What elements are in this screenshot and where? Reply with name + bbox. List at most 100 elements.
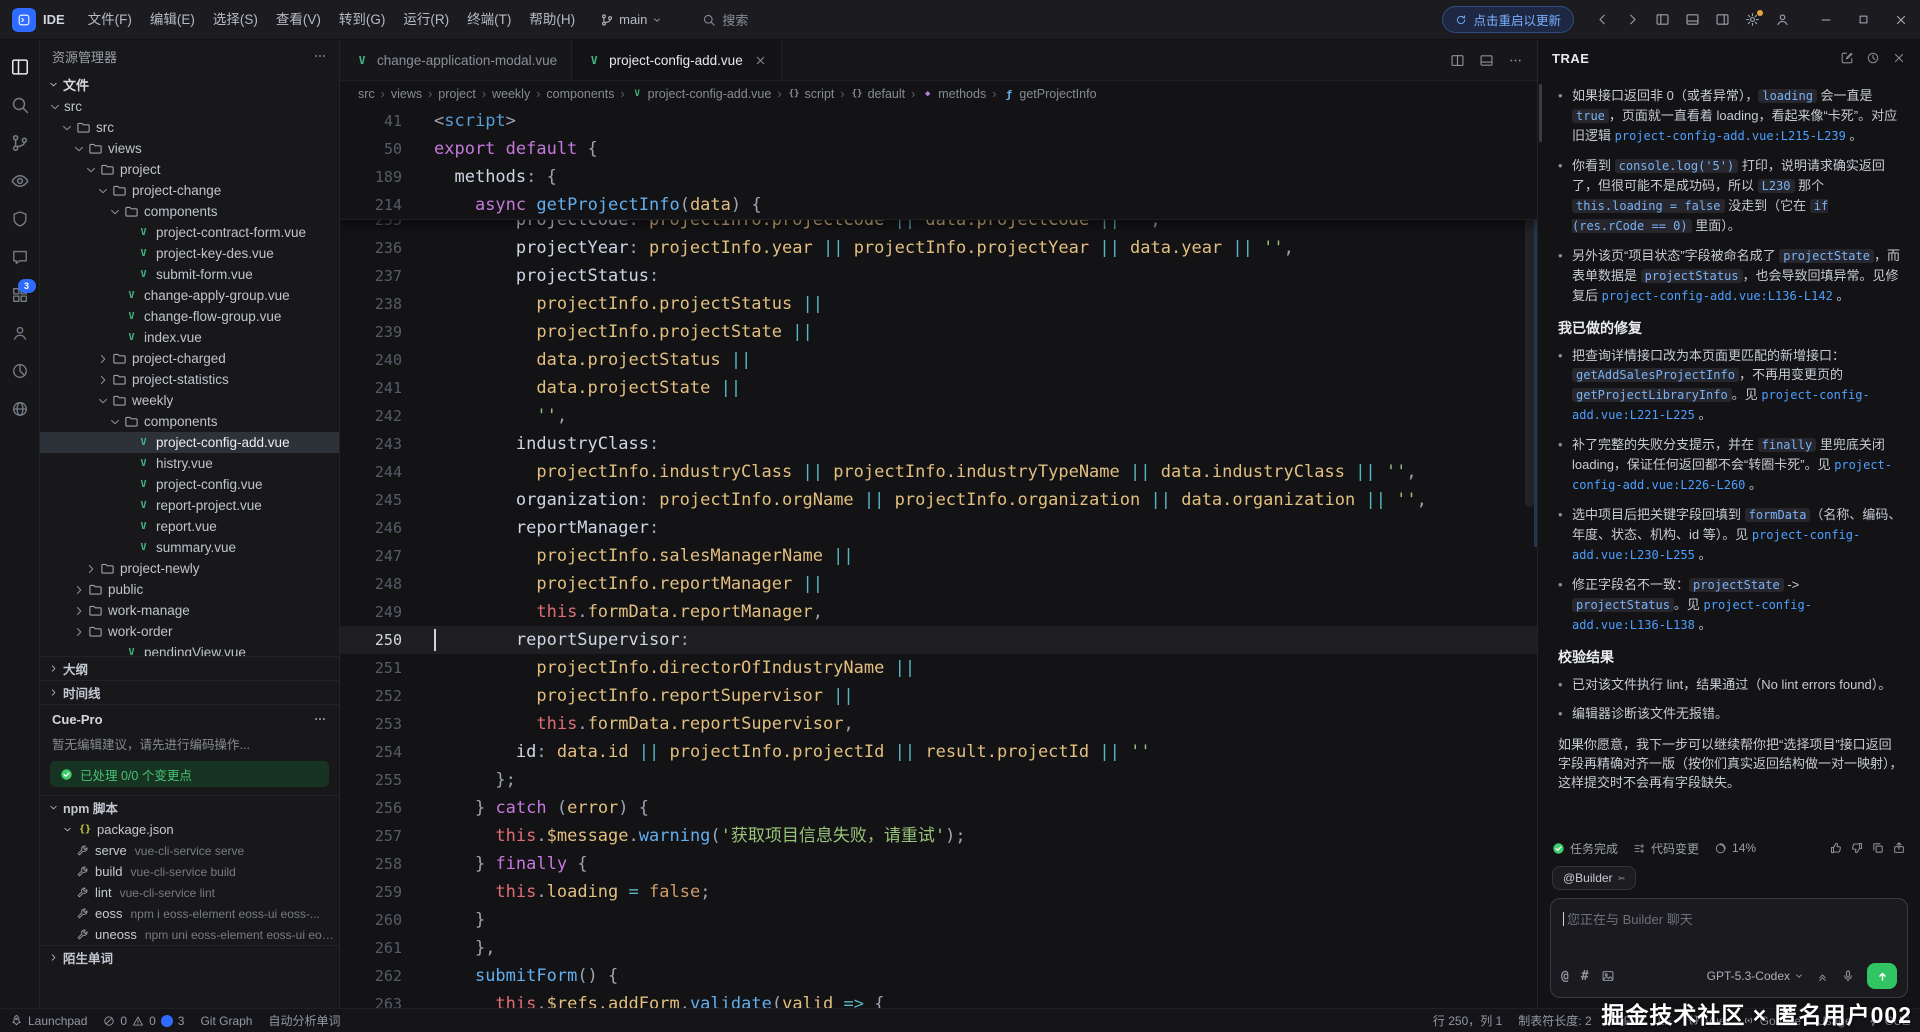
more-actions-icon[interactable]	[313, 49, 327, 63]
line-number[interactable]: 255	[340, 766, 424, 794]
code-editor[interactable]: 41<script>50export default {189 methods:…	[340, 107, 1537, 1008]
tree-item-project-config-add.vue[interactable]: Vproject-config-add.vue	[40, 432, 339, 453]
npm-script-serve[interactable]: servevue-cli-service serve	[40, 840, 339, 861]
line-number[interactable]: 251	[340, 654, 424, 682]
npm-script-eoss[interactable]: eossnpm i eoss-element eoss-ui eoss-...	[40, 903, 339, 924]
code-line-262[interactable]: 262 submitForm() {	[340, 962, 1537, 990]
code-line-243[interactable]: 243 industryClass:	[340, 430, 1537, 458]
expand-icon[interactable]	[1816, 970, 1829, 983]
line-number[interactable]: 246	[340, 514, 424, 542]
line-number[interactable]: 41	[340, 107, 424, 135]
tree-item-report.vue[interactable]: Vreport.vue	[40, 516, 339, 537]
back-icon[interactable]	[1595, 12, 1610, 27]
code-line-257[interactable]: 257 this.$message.warning('获取项目信息失败，请重试'…	[340, 822, 1537, 850]
hash-icon[interactable]: #	[1581, 969, 1589, 984]
breadcrumb-item[interactable]: Vproject-config-add.vue	[631, 87, 772, 101]
npm-script-uneoss[interactable]: uneossnpm uni eoss-element eoss-ui eoss-…	[40, 924, 339, 945]
line-number[interactable]: 50	[340, 135, 424, 163]
line-number[interactable]: 262	[340, 962, 424, 990]
line-number[interactable]: 253	[340, 710, 424, 738]
toggle-panel-icon[interactable]	[1685, 12, 1700, 27]
line-number[interactable]: 245	[340, 486, 424, 514]
code-line-261[interactable]: 261 },	[340, 934, 1537, 962]
line-number[interactable]: 263	[340, 990, 424, 1008]
tree-item-project-change[interactable]: project-change	[40, 180, 339, 201]
tree-item-project-key-des.vue[interactable]: Vproject-key-des.vue	[40, 243, 339, 264]
chat-scrollbar[interactable]	[1539, 84, 1542, 142]
export-icon[interactable]	[1892, 841, 1906, 855]
breadcrumb-item[interactable]: views	[391, 87, 422, 101]
line-number[interactable]: 240	[340, 346, 424, 374]
npm-script-lint[interactable]: lintvue-cli-service lint	[40, 882, 339, 903]
tree-item-components[interactable]: components	[40, 201, 339, 222]
tree-item-report-project.vue[interactable]: Vreport-project.vue	[40, 495, 339, 516]
tree-item-weekly[interactable]: weekly	[40, 390, 339, 411]
code-line-240[interactable]: 240 data.projectStatus ||	[340, 346, 1537, 374]
thumbs-up-icon[interactable]	[1829, 841, 1843, 855]
code-line-238[interactable]: 238 projectInfo.projectStatus ||	[340, 290, 1537, 318]
activity-source-control[interactable]	[0, 124, 40, 162]
menu-item-5[interactable]: 运行(R)	[394, 7, 458, 33]
code-line-248[interactable]: 248 projectInfo.reportManager ||	[340, 570, 1537, 598]
line-number[interactable]: 236	[340, 234, 424, 262]
account-icon[interactable]	[1775, 12, 1790, 27]
code-line-249[interactable]: 249 this.formData.reportManager,	[340, 598, 1537, 626]
breadcrumb-item[interactable]: src	[358, 87, 375, 101]
tree-item-project-charged[interactable]: project-charged	[40, 348, 339, 369]
line-number[interactable]: 260	[340, 906, 424, 934]
history-icon[interactable]	[1866, 51, 1880, 65]
send-button[interactable]	[1867, 963, 1897, 989]
breadcrumb-item[interactable]: weekly	[492, 87, 530, 101]
line-number[interactable]: 189	[340, 163, 424, 191]
code-line-258[interactable]: 258 } finally {	[340, 850, 1537, 878]
tree-item-work-manage[interactable]: work-manage	[40, 600, 339, 621]
code-line-41[interactable]: 41<script>	[340, 107, 1537, 135]
code-line-254[interactable]: 254 id: data.id || projectInfo.projectId…	[340, 738, 1537, 766]
git-graph-button[interactable]: Git Graph	[200, 1014, 252, 1028]
tree-item-submit-form.vue[interactable]: Vsubmit-form.vue	[40, 264, 339, 285]
code-line-255[interactable]: 255 };	[340, 766, 1537, 794]
code-changes-button[interactable]: 代码变更	[1633, 840, 1699, 857]
breadcrumb-item[interactable]: ƒgetProjectInfo	[1002, 87, 1096, 101]
tree-item-public[interactable]: public	[40, 579, 339, 600]
menu-item-4[interactable]: 转到(G)	[330, 7, 395, 33]
line-number[interactable]: 259	[340, 878, 424, 906]
outline-section-header[interactable]: 大纲	[40, 656, 339, 680]
line-number[interactable]: 250	[340, 626, 424, 654]
tree-item-project[interactable]: project	[40, 159, 339, 180]
breadcrumb-item[interactable]: {}script	[788, 87, 835, 101]
code-line-189[interactable]: 189 methods: {	[340, 163, 1537, 191]
activity-account[interactable]	[0, 314, 40, 352]
line-number[interactable]: 238	[340, 290, 424, 318]
mic-icon[interactable]	[1841, 969, 1855, 983]
builder-context-chip[interactable]: @Builder ✂	[1552, 866, 1636, 890]
line-number[interactable]: 235	[340, 220, 424, 234]
breadcrumb-item[interactable]: components	[546, 87, 614, 101]
settings-button[interactable]	[1745, 12, 1760, 27]
thumbs-down-icon[interactable]	[1850, 841, 1864, 855]
tree-item-histry.vue[interactable]: Vhistry.vue	[40, 453, 339, 474]
toggle-sidebar-icon[interactable]	[1655, 12, 1670, 27]
unknown-words-header[interactable]: 陌生单词	[40, 945, 339, 969]
menu-item-2[interactable]: 选择(S)	[204, 7, 267, 33]
tree-item-src[interactable]: src	[40, 117, 339, 138]
menu-item-0[interactable]: 文件(F)	[79, 7, 141, 33]
copy-icon[interactable]	[1871, 841, 1885, 855]
tree-item-work-order[interactable]: work-order	[40, 621, 339, 642]
code-line-236[interactable]: 236 projectYear: projectInfo.year || pro…	[340, 234, 1537, 262]
tab-change-application-modal.vue[interactable]: Vchange-application-modal.vue	[340, 40, 572, 80]
code-line-253[interactable]: 253 this.formData.reportSupervisor,	[340, 710, 1537, 738]
code-line-250[interactable]: 250 reportSupervisor:	[340, 626, 1537, 654]
line-number[interactable]: 256	[340, 794, 424, 822]
code-line-242[interactable]: 242 '',	[340, 402, 1537, 430]
toggle-secondary-sidebar-icon[interactable]	[1715, 12, 1730, 27]
minimize-icon[interactable]	[1819, 13, 1833, 27]
code-line-245[interactable]: 245 organization: projectInfo.orgName ||…	[340, 486, 1537, 514]
new-chat-icon[interactable]	[1840, 51, 1854, 65]
launchpad-button[interactable]: Launchpad	[10, 1014, 87, 1028]
code-line-263[interactable]: 263 this.$refs.addForm.validate(valid =>…	[340, 990, 1537, 1008]
tree-item-project-newly[interactable]: project-newly	[40, 558, 339, 579]
tree-item-pendingView.vue[interactable]: VpendingView.vue	[40, 642, 339, 656]
image-attach-icon[interactable]	[1601, 969, 1615, 983]
mention-icon[interactable]: @	[1561, 969, 1569, 984]
